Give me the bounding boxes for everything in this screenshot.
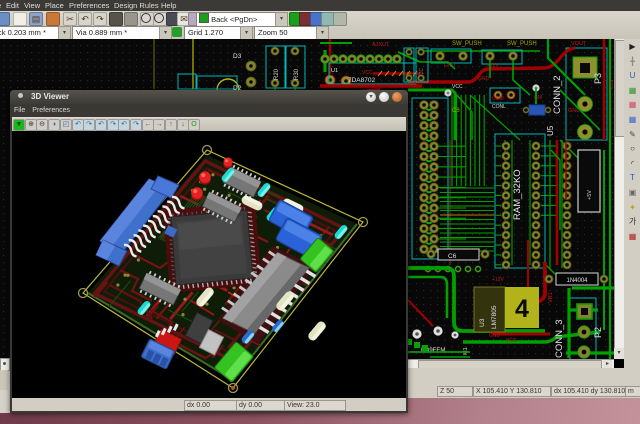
svg-text:VR1: VR1 — [548, 292, 554, 303]
svg-text:CONN_3: CONN_3 — [554, 319, 565, 358]
svg-text:+12V: +12V — [492, 277, 504, 283]
svg-text:1N4004: 1N4004 — [566, 278, 588, 284]
svg-text:U3: U3 — [479, 318, 486, 327]
svg-text:GND: GND — [489, 333, 501, 339]
svg-text:RAM_32KO: RAM_32KO — [512, 169, 523, 220]
svg-text:VCC: VCC — [506, 338, 517, 344]
svg-text:CONN_2: CONN_2 — [552, 75, 563, 114]
svg-text:VOUT: VOUT — [571, 41, 587, 47]
svg-text:P2: P2 — [593, 327, 603, 338]
svg-text:AJXUT: AJXUT — [372, 42, 390, 48]
svg-text:VCC: VCC — [452, 84, 463, 90]
svg-text:U5: U5 — [546, 125, 555, 136]
svg-text:7DA8702: 7DA8702 — [348, 77, 375, 84]
svg-text:D3: D3 — [233, 53, 242, 60]
svg-text:LM7805: LM7805 — [491, 305, 498, 329]
svg-text:CONL: CONL — [492, 104, 506, 110]
svg-text:SW_PUSH: SW_PUSH — [452, 41, 482, 47]
svg-text:+5V: +5V — [587, 190, 593, 200]
svg-text:R20: R20 — [274, 68, 280, 80]
svg-text:4: 4 — [515, 295, 529, 323]
svg-text:COM: COM — [492, 96, 504, 102]
svg-text:GND: GND — [478, 76, 490, 82]
svg-text:P3: P3 — [593, 73, 603, 84]
svg-text:SW_PUSH: SW_PUSH — [507, 41, 537, 47]
svg-text:R30: R30 — [294, 68, 300, 80]
svg-text:C6: C6 — [448, 253, 457, 260]
svg-text:U1: U1 — [331, 68, 338, 74]
svg-text:VCC: VCC — [362, 70, 373, 76]
